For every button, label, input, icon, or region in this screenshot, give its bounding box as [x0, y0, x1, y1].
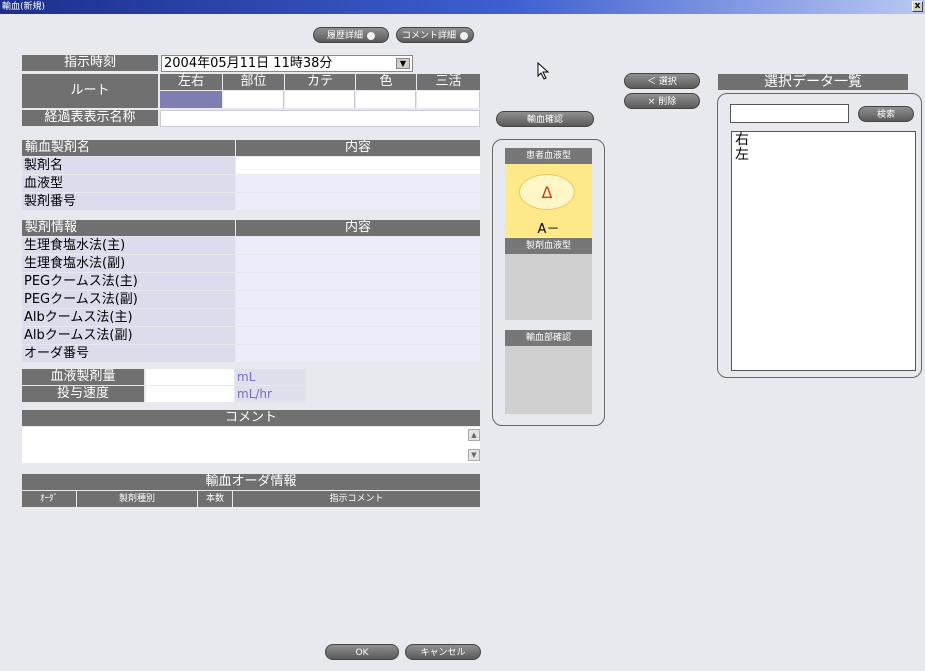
select-button[interactable]: ＜ 選択 — [624, 73, 700, 89]
info-row-label: PEGクームス法(副) — [22, 291, 235, 308]
ok-button-label: OK — [355, 648, 369, 658]
button-dot-icon — [460, 31, 468, 40]
info-row-value — [236, 327, 480, 344]
history-detail-button[interactable]: 履歴詳細 — [313, 27, 389, 43]
comment-textarea[interactable]: ▲ ▼ — [22, 427, 480, 463]
info-row-label: Albクームス法(副) — [22, 327, 235, 344]
cancel-button-label: キャンセル — [420, 648, 466, 658]
time-label: 指示時刻 — [22, 55, 158, 71]
select-button-label: ＜ 選択 — [647, 77, 677, 87]
info-row-value — [236, 309, 480, 326]
dose-amount-unit: mL — [235, 369, 305, 385]
dept-confirm-label: 輸血部確認 — [505, 330, 592, 346]
close-icon[interactable]: x — [912, 1, 923, 12]
window-titlebar: 輸血(新規) — [0, 0, 925, 14]
route-col-stopcock: 三活 — [417, 74, 480, 90]
product-blood-type-box — [505, 254, 592, 320]
search-button[interactable]: 検索 — [858, 106, 914, 122]
info-row-label: 生理食塩水法(副) — [22, 255, 235, 272]
selected-list-box[interactable]: 右 左 — [731, 131, 916, 371]
info-row-value — [236, 237, 480, 254]
display-name-input[interactable] — [160, 110, 480, 127]
mouse-cursor-icon — [537, 62, 550, 80]
product-row-value — [236, 157, 480, 174]
route-site-cell[interactable] — [223, 91, 284, 108]
info-row-label: 生理食塩水法(主) — [22, 237, 235, 254]
dose-rate-unit: mL/hr — [235, 386, 305, 402]
display-name-label: 経過表表示名称 — [22, 110, 158, 126]
route-label: ルート — [22, 74, 158, 108]
transfusion-confirm-button[interactable]: 輸血確認 — [496, 111, 594, 127]
dose-rate-label: 投与速度 — [22, 386, 144, 402]
info-row-label: オーダ番号 — [22, 345, 235, 362]
route-color-cell[interactable] — [356, 91, 416, 108]
route-col-color: 色 — [356, 74, 416, 90]
list-item[interactable]: 右 — [735, 133, 912, 148]
window-title: 輸血(新規) — [2, 2, 46, 12]
info-row-value — [236, 345, 480, 362]
order-col-type: 製剤種別 — [77, 491, 197, 507]
ok-button[interactable]: OK — [325, 644, 399, 660]
delete-button-label: × 削除 — [647, 97, 677, 107]
route-col-catheter: カテ — [285, 74, 355, 90]
product-blood-type-label: 製剤血液型 — [505, 238, 592, 254]
search-input[interactable] — [730, 104, 849, 123]
product-row-label: 血液型 — [22, 175, 235, 192]
info-row-label: Albクームス法(主) — [22, 309, 235, 326]
product-row-label: 製剤名 — [22, 157, 235, 174]
route-catheter-cell[interactable] — [285, 91, 355, 108]
info-content-header: 内容 — [236, 220, 480, 236]
comment-header: コメント — [22, 410, 480, 426]
patient-blood-type-symbol: Δ — [519, 174, 575, 210]
product-content-header: 内容 — [236, 140, 480, 156]
cancel-button[interactable]: キャンセル — [405, 644, 481, 660]
transfusion-confirm-label: 輸血確認 — [526, 115, 563, 125]
chevron-down-icon[interactable]: ▼ — [396, 58, 410, 69]
selected-list-header: 選択データ一覧 — [718, 74, 908, 90]
order-col-count: 本数 — [198, 491, 232, 507]
scroll-up-icon[interactable]: ▲ — [468, 429, 480, 441]
scroll-down-icon[interactable]: ▼ — [468, 449, 480, 461]
route-stopcock-cell[interactable] — [417, 91, 480, 108]
route-col-side: 左右 — [160, 74, 222, 90]
info-row-value — [236, 255, 480, 272]
list-item[interactable]: 左 — [735, 148, 912, 163]
comment-detail-label: コメント詳細 — [401, 31, 456, 41]
search-button-label: 検索 — [876, 110, 895, 120]
dose-rate-input[interactable] — [146, 386, 234, 402]
dose-amount-input[interactable] — [146, 369, 234, 385]
comment-detail-button[interactable]: コメント詳細 — [396, 27, 474, 43]
product-row-label: 製剤番号 — [22, 193, 235, 210]
delete-button[interactable]: × 削除 — [624, 93, 700, 109]
product-row-value — [236, 193, 480, 210]
product-row-value — [236, 175, 480, 192]
patient-blood-type-box: Δ A－ — [505, 164, 592, 237]
order-col-comment: 指示コメント — [233, 491, 480, 507]
info-name-header: 製剤情報 — [22, 220, 235, 236]
dose-amount-label: 血液製剤量 — [22, 369, 144, 385]
route-side-cell[interactable] — [160, 91, 222, 108]
order-col-order: ｵｰﾀﾞ — [22, 491, 76, 507]
button-dot-icon — [367, 31, 375, 40]
history-detail-label: 履歴詳細 — [326, 31, 363, 41]
time-value: 2004年05月11日 11時38分 — [164, 56, 333, 71]
product-name-header: 輸血製剤名 — [22, 140, 235, 156]
info-row-value — [236, 273, 480, 290]
patient-blood-type-label: 患者血液型 — [505, 148, 592, 164]
order-info-header: 輸血オーダ情報 — [22, 474, 480, 490]
info-row-value — [236, 291, 480, 308]
route-col-site: 部位 — [223, 74, 284, 90]
dept-confirm-box — [505, 346, 592, 414]
info-row-label: PEGクームス法(主) — [22, 273, 235, 290]
time-select[interactable]: 2004年05月11日 11時38分 ▼ — [161, 55, 413, 72]
patient-blood-type-value: A－ — [537, 222, 560, 237]
